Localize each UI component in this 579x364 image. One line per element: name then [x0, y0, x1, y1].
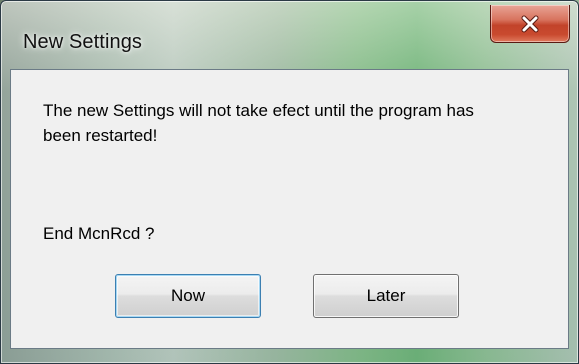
- dialog-content: The new Settings will not take efect unt…: [10, 69, 569, 349]
- message-text: The new Settings will not take efect unt…: [43, 101, 474, 145]
- question-text: End McnRcd ?: [43, 224, 155, 243]
- close-icon: [520, 15, 540, 33]
- later-button[interactable]: Later: [313, 274, 459, 318]
- now-button[interactable]: Now: [115, 274, 261, 318]
- window-title: New Settings: [23, 31, 143, 53]
- dialog-window: New Settings The new Settings will not t…: [0, 0, 579, 364]
- close-button[interactable]: [490, 5, 570, 43]
- title-bar[interactable]: New Settings: [1, 1, 578, 69]
